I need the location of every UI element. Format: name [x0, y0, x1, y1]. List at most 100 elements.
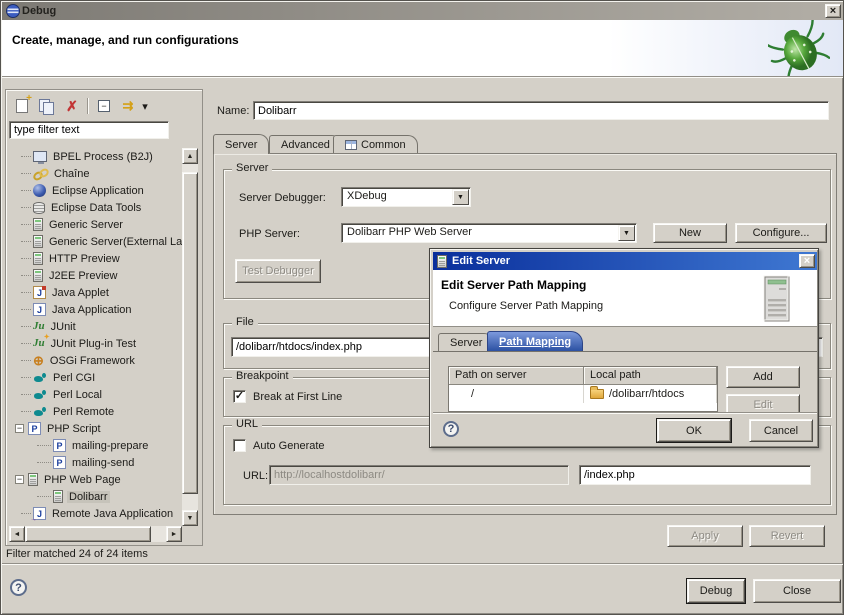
- edit-server-title: Edit Server: [452, 255, 510, 267]
- vscroll-thumb[interactable]: [182, 172, 198, 494]
- path-on-server-cell: /: [449, 385, 584, 403]
- tree-guide-line: [21, 360, 31, 361]
- tree-item-junit[interactable]: JuJUnit: [9, 318, 182, 335]
- tree-item-eclipse-application[interactable]: Eclipse Application: [9, 182, 182, 199]
- revert-button[interactable]: Revert: [749, 525, 825, 547]
- edit-dialog-tab-path-mapping[interactable]: Path Mapping: [487, 331, 583, 351]
- new-server-button[interactable]: New: [653, 223, 727, 243]
- server-debugger-combo[interactable]: XDebug ▼: [341, 187, 471, 207]
- tree-guide-line: [21, 411, 31, 412]
- new-configuration-button[interactable]: [11, 96, 33, 116]
- tab-advanced[interactable]: Advanced: [269, 135, 342, 153]
- filter-launch-button[interactable]: ⇉: [117, 96, 139, 116]
- window-title: Debug: [22, 5, 56, 17]
- scroll-right-button[interactable]: ►: [166, 526, 182, 542]
- tree-guide-line: [21, 292, 31, 293]
- cancel-button[interactable]: Cancel: [749, 419, 813, 442]
- break-at-first-line-checkbox[interactable]: ✓: [233, 390, 246, 403]
- combo-arrow-icon[interactable]: ▼: [452, 189, 469, 205]
- tree-guide-line: [37, 462, 51, 463]
- collapse-all-icon: −: [98, 100, 110, 112]
- edit-server-close-button[interactable]: ×: [799, 254, 815, 268]
- edit-dialog-tab-server-label: Server: [450, 337, 482, 349]
- server-group-title: Server: [232, 162, 272, 174]
- tree-item-generic-server-external-la[interactable]: Generic Server(External La: [9, 233, 182, 250]
- tree-item-php-web-page[interactable]: −PHP Web Page: [9, 471, 182, 488]
- tree-item-perl-cgi[interactable]: Perl CGI: [9, 369, 182, 386]
- footer-separator: [2, 563, 844, 565]
- edit-server-titlebar[interactable]: Edit Server ×: [433, 252, 817, 270]
- tree-guide-line: [21, 173, 31, 174]
- tree-item-eclipse-data-tools[interactable]: Eclipse Data Tools: [9, 199, 182, 216]
- duplicate-configuration-button[interactable]: [35, 96, 57, 116]
- tree-item-j2ee-preview[interactable]: J2EE Preview: [9, 267, 182, 284]
- test-debugger-button[interactable]: Test Debugger: [235, 259, 321, 283]
- scroll-left-button[interactable]: ◄: [9, 526, 25, 542]
- auto-generate-checkbox[interactable]: [233, 439, 246, 452]
- tree-item-label: OSGi Framework: [48, 355, 137, 367]
- server-debugger-value: XDebug: [347, 190, 387, 202]
- column-header-path-on-server[interactable]: Path on server: [449, 367, 584, 385]
- tree-guide-line: [21, 190, 31, 191]
- tree-item-label: Chaîne: [52, 168, 91, 180]
- ok-button[interactable]: OK: [657, 419, 731, 442]
- applet-icon: J: [33, 286, 46, 299]
- apply-button[interactable]: Apply: [667, 525, 743, 547]
- tree-item-java-application[interactable]: JJava Application: [9, 301, 182, 318]
- add-mapping-button[interactable]: Add: [726, 366, 800, 388]
- tree-guide-line: [21, 275, 31, 276]
- name-input[interactable]: [253, 101, 829, 120]
- php-server-combo[interactable]: Dolibarr PHP Web Server ▼: [341, 223, 637, 243]
- tree-item-java-applet[interactable]: JJava Applet: [9, 284, 182, 301]
- column-header-local-path[interactable]: Local path: [584, 367, 717, 385]
- banner: Create, manage, and run configurations: [2, 20, 844, 77]
- window-close-button[interactable]: ×: [825, 4, 841, 18]
- tree-item-junit-plug-in-test[interactable]: JuJUnit Plug-in Test: [9, 335, 182, 352]
- tab-server[interactable]: Server: [213, 134, 269, 154]
- delete-configuration-button[interactable]: ✗: [61, 96, 83, 116]
- tree-item-label: mailing-send: [70, 457, 136, 469]
- url-path-input[interactable]: [579, 465, 811, 485]
- toolbar-menu-dropdown[interactable]: ▾: [139, 96, 151, 116]
- scroll-down-button[interactable]: ▼: [182, 510, 198, 526]
- tree-item-generic-server[interactable]: Generic Server: [9, 216, 182, 233]
- hscroll-thumb[interactable]: [25, 526, 151, 542]
- tree-item-php-script[interactable]: −PPHP Script: [9, 420, 182, 437]
- tree-item-http-preview[interactable]: HTTP Preview: [9, 250, 182, 267]
- close-button[interactable]: Close: [753, 579, 841, 603]
- help-button[interactable]: ?: [10, 579, 27, 596]
- tree-item-perl-local[interactable]: Perl Local: [9, 386, 182, 403]
- server-debugger-label: Server Debugger:: [239, 192, 326, 204]
- php-icon: P: [28, 422, 41, 435]
- tree-expand-toggle[interactable]: −: [15, 475, 24, 484]
- tree-item-bpel-process-b2j[interactable]: BPEL Process (B2J): [9, 148, 182, 165]
- edit-dialog-help-button[interactable]: ?: [443, 421, 459, 437]
- window-titlebar[interactable]: Debug ×: [2, 2, 844, 20]
- tab-server-label: Server: [225, 139, 257, 151]
- tree-item-mailing-send[interactable]: Pmailing-send: [9, 454, 182, 471]
- configure-server-button[interactable]: Configure...: [735, 223, 827, 243]
- rjava-icon: J: [33, 507, 46, 520]
- tree-item-cha-ne[interactable]: Chaîne: [9, 165, 182, 182]
- common-tab-icon: [345, 140, 357, 150]
- tree-guide-line: [21, 258, 31, 259]
- collapse-all-button[interactable]: −: [93, 96, 115, 116]
- configurations-panel: ✗ − ⇉ ▾ BPEL Process (B2J) Chaîne Eclipse …: [5, 89, 203, 546]
- debug-button[interactable]: Debug: [687, 579, 745, 603]
- scroll-up-button[interactable]: ▲: [182, 148, 198, 164]
- path-mapping-table[interactable]: Path on server Local path //dolibarr/htd…: [448, 366, 718, 412]
- tree-item-perl-remote[interactable]: Perl Remote: [9, 403, 182, 420]
- tree-item-dolibarr[interactable]: Dolibarr: [9, 488, 182, 505]
- path-mapping-row[interactable]: //dolibarr/htdocs: [449, 385, 717, 403]
- server-icon: [33, 269, 43, 282]
- tree-expand-toggle[interactable]: −: [15, 424, 24, 433]
- tree-item-mailing-prepare[interactable]: Pmailing-prepare: [9, 437, 182, 454]
- tab-common[interactable]: Common: [333, 135, 418, 153]
- tree-guide-line: [21, 241, 31, 242]
- filter-input[interactable]: [9, 121, 169, 139]
- edit-dialog-tab-server[interactable]: Server: [438, 333, 494, 351]
- tree-item-label: Perl CGI: [51, 372, 97, 384]
- tree-item-remote-java-application[interactable]: JRemote Java Application: [9, 505, 182, 522]
- combo-arrow-icon[interactable]: ▼: [618, 225, 635, 241]
- tree-item-osgi-framework[interactable]: ⊕OSGi Framework: [9, 352, 182, 369]
